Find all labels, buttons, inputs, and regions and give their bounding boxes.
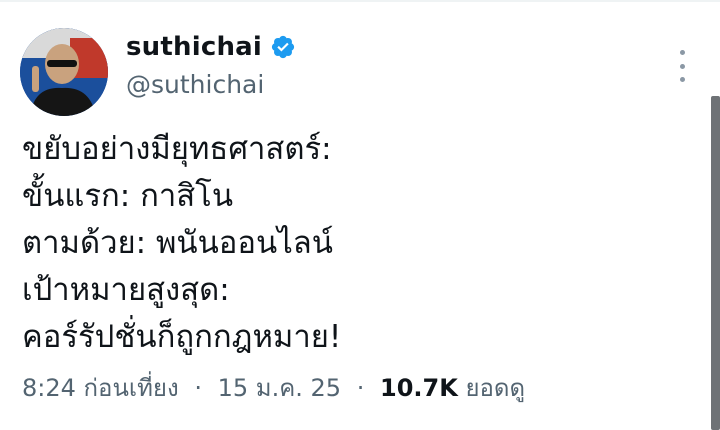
tweet-line: ขั้นแรก: กาสิโน [22, 178, 234, 214]
tweet-line: เป้าหมายสูงสุด: [22, 272, 230, 308]
tweet-line: ตามด้วย: พนันออนไลน์ [22, 225, 333, 261]
avatar-photo-icon [20, 28, 108, 116]
tweet-text: ขยับอย่างมียุทธศาสตร์: ขั้นแรก: กาสิโน ต… [22, 126, 692, 361]
display-name-row: suthichai [126, 32, 296, 62]
tweet-header: suthichai @suthichai [20, 22, 700, 116]
more-dot [679, 63, 685, 69]
more-dot [679, 77, 685, 82]
avatar[interactable] [20, 28, 108, 116]
more-options-icon[interactable] [674, 50, 690, 82]
tweet-line: ขยับอย่างมียุทธศาสตร์: [22, 131, 332, 167]
tweet-time[interactable]: 8:24 ก่อนเที่ยง [22, 374, 179, 402]
more-dot [679, 50, 685, 55]
tweet-meta: 8:24 ก่อนเที่ยง · 15 ม.ค. 25 · 10.7K ยอด… [22, 368, 525, 407]
top-divider [0, 0, 720, 2]
views-count[interactable]: 10.7K [380, 374, 458, 402]
scrollbar[interactable] [711, 96, 720, 430]
author-display-name[interactable]: suthichai [126, 32, 262, 62]
tweet-date[interactable]: 15 ม.ค. 25 [218, 374, 341, 402]
meta-separator: · [194, 374, 202, 402]
verified-badge-icon[interactable] [270, 34, 296, 60]
tweet-line: คอร์รัปชั่นก็ถูกกฎหมาย! [22, 319, 342, 355]
views-label: ยอดดู [465, 374, 526, 402]
meta-separator: · [356, 374, 365, 402]
author-names: suthichai @suthichai [126, 32, 296, 99]
author-handle[interactable]: @suthichai [126, 70, 296, 99]
